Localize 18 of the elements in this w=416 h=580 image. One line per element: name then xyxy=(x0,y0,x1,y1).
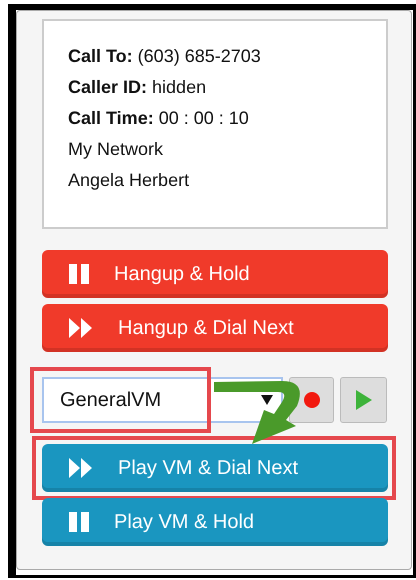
pause-icon xyxy=(68,512,90,532)
call-info-text: Call To: (603) 685-2703 xyxy=(68,45,261,68)
action-button[interactable]: Hangup & Dial Next xyxy=(42,304,388,352)
play-button[interactable] xyxy=(340,377,387,423)
pause-icon xyxy=(68,264,90,284)
action-button[interactable]: Play VM & Dial Next xyxy=(42,444,388,492)
dropdown-caret-icon xyxy=(261,395,273,405)
call-info-text: Caller ID: hidden xyxy=(68,76,206,99)
select-value: GeneralVM xyxy=(60,388,162,413)
play-icon xyxy=(356,390,372,410)
action-button[interactable]: Play VM & Hold xyxy=(42,498,388,546)
call-info-text: Call Time: 00 : 00 : 10 xyxy=(68,107,249,130)
record-icon xyxy=(304,392,320,408)
call-info-text: My Network xyxy=(68,138,164,161)
action-button[interactable]: Hangup & Hold xyxy=(42,250,388,298)
fast-forward-icon xyxy=(68,458,94,478)
fast-forward-icon xyxy=(68,318,94,338)
call-info-text: Angela Herbert xyxy=(68,169,190,192)
